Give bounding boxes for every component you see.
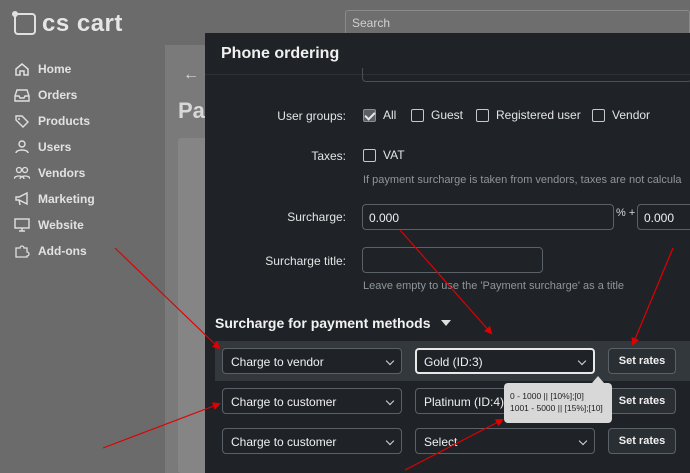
sidebar-item-home[interactable]: Home	[14, 56, 95, 82]
logo-text: cs cart	[42, 10, 123, 37]
sidebar-item-orders[interactable]: Orders	[14, 82, 95, 108]
set-rates-button[interactable]: Set rates	[608, 348, 676, 374]
partial-field	[362, 68, 690, 82]
sidebar-item-products[interactable]: Products	[14, 108, 95, 134]
set-rates-button[interactable]: Set rates	[608, 388, 676, 414]
monitor-icon	[14, 218, 30, 232]
surcharge-title-input[interactable]	[362, 247, 543, 273]
checkbox-label: All	[383, 108, 397, 122]
checkbox-label: Vendor	[612, 108, 651, 122]
logo-icon	[12, 11, 36, 35]
sidebar-item-label: Users	[38, 140, 72, 154]
sidebar-item-marketing[interactable]: Marketing	[14, 186, 95, 212]
section-title: Surcharge for payment methods	[215, 315, 431, 331]
surcharge-title-label: Surcharge title:	[265, 254, 346, 268]
taxes-hint: If payment surcharge is taken from vendo…	[363, 174, 682, 186]
surcharge-label: Surcharge:	[287, 210, 346, 224]
sidebar-item-vendors[interactable]: Vendors	[13, 160, 95, 186]
sidebar-nav: Home Orders Products Users Vendors Marke…	[13, 56, 95, 264]
sidebar-item-label: Marketing	[38, 192, 95, 206]
surcharge-percent-input[interactable]: 0.000	[362, 204, 614, 230]
phone-ordering-dialog: Phone ordering User groups: All Guest Re…	[205, 33, 690, 473]
surcharge-fixed-input[interactable]: 0.000	[637, 204, 690, 230]
charge-to-select[interactable]: Charge to customer	[222, 388, 402, 414]
chevron-down-icon	[385, 356, 395, 366]
user-groups-label: User groups:	[277, 109, 346, 123]
logo[interactable]: cs cart	[12, 10, 123, 38]
select-value: Platinum (ID:4)	[424, 395, 505, 409]
tooltip-line: 0 - 1000 || [10%];[0]	[510, 391, 584, 401]
checkbox-label: VAT	[383, 148, 405, 162]
home-icon	[14, 62, 30, 76]
plan-select[interactable]: Gold (ID:3)	[415, 348, 595, 374]
vendors-icon	[13, 166, 31, 180]
table-row: Charge to customer Select Set rates	[215, 421, 690, 461]
user-group-vendor-checkbox[interactable]: Vendor	[592, 108, 650, 122]
checkbox-icon	[363, 148, 376, 162]
tag-icon	[14, 114, 30, 128]
sidebar-item-label: Products	[38, 114, 91, 128]
back-arrow-icon[interactable]: ←	[183, 66, 199, 84]
chevron-down-icon	[385, 436, 395, 446]
user-group-guest-checkbox[interactable]: Guest	[411, 108, 463, 122]
select-value: Select	[424, 435, 458, 449]
plan-select[interactable]: Select	[415, 428, 595, 454]
checkbox-icon	[592, 108, 605, 122]
set-rates-button[interactable]: Set rates	[608, 428, 676, 454]
puzzle-icon	[14, 244, 30, 258]
chevron-down-icon	[578, 436, 588, 446]
tooltip-line: 1001 - 5000 || [15%];[10]	[510, 403, 603, 413]
checkbox-icon	[411, 108, 424, 122]
checkbox-checked-icon	[363, 108, 376, 122]
select-value: Gold (ID:3)	[424, 355, 483, 369]
user-group-registered-checkbox[interactable]: Registered user	[476, 108, 581, 122]
sidebar-item-label: Add-ons	[38, 244, 87, 258]
user-group-all-checkbox[interactable]: All	[363, 108, 396, 122]
rates-tooltip: 0 - 1000 || [10%];[0] 1001 - 5000 || [15…	[504, 376, 612, 423]
sidebar-item-label: Orders	[38, 88, 78, 102]
select-value: Charge to customer	[231, 435, 337, 449]
sidebar-item-label: Website	[38, 218, 84, 232]
percent-plus-sign: % +	[616, 207, 636, 219]
sidebar-item-addons[interactable]: Add-ons	[14, 238, 95, 264]
tax-vat-checkbox[interactable]: VAT	[363, 148, 405, 162]
content-panel	[178, 138, 208, 473]
table-row: Charge to customer Platinum (ID:4) Set r…	[215, 381, 690, 421]
table-row: Charge to vendor Gold (ID:3) Set rates	[215, 341, 690, 381]
sidebar-item-users[interactable]: Users	[14, 134, 95, 160]
taxes-label: Taxes:	[311, 149, 346, 163]
caret-down-icon	[440, 320, 451, 326]
select-value: Charge to customer	[231, 395, 337, 409]
user-icon	[14, 140, 30, 154]
sidebar-item-website[interactable]: Website	[14, 212, 95, 238]
checkbox-label: Registered user	[496, 108, 581, 122]
surcharge-title-hint: Leave empty to use the 'Payment surcharg…	[363, 280, 625, 292]
sidebar-item-label: Home	[38, 62, 72, 76]
checkbox-label: Guest	[431, 108, 464, 122]
sidebar-item-label: Vendors	[38, 166, 86, 180]
select-value: Charge to vendor	[231, 355, 324, 369]
checkbox-icon	[476, 108, 489, 122]
section-toggle[interactable]: Surcharge for payment methods	[215, 315, 451, 331]
inbox-icon	[14, 88, 30, 102]
dialog-title: Phone ordering	[221, 45, 340, 62]
charge-to-select[interactable]: Charge to vendor	[222, 348, 402, 374]
chevron-down-icon	[577, 356, 587, 366]
charge-to-select[interactable]: Charge to customer	[222, 428, 402, 454]
page-title: Pa	[178, 98, 205, 123]
megaphone-icon	[14, 191, 30, 206]
chevron-down-icon	[385, 396, 395, 406]
